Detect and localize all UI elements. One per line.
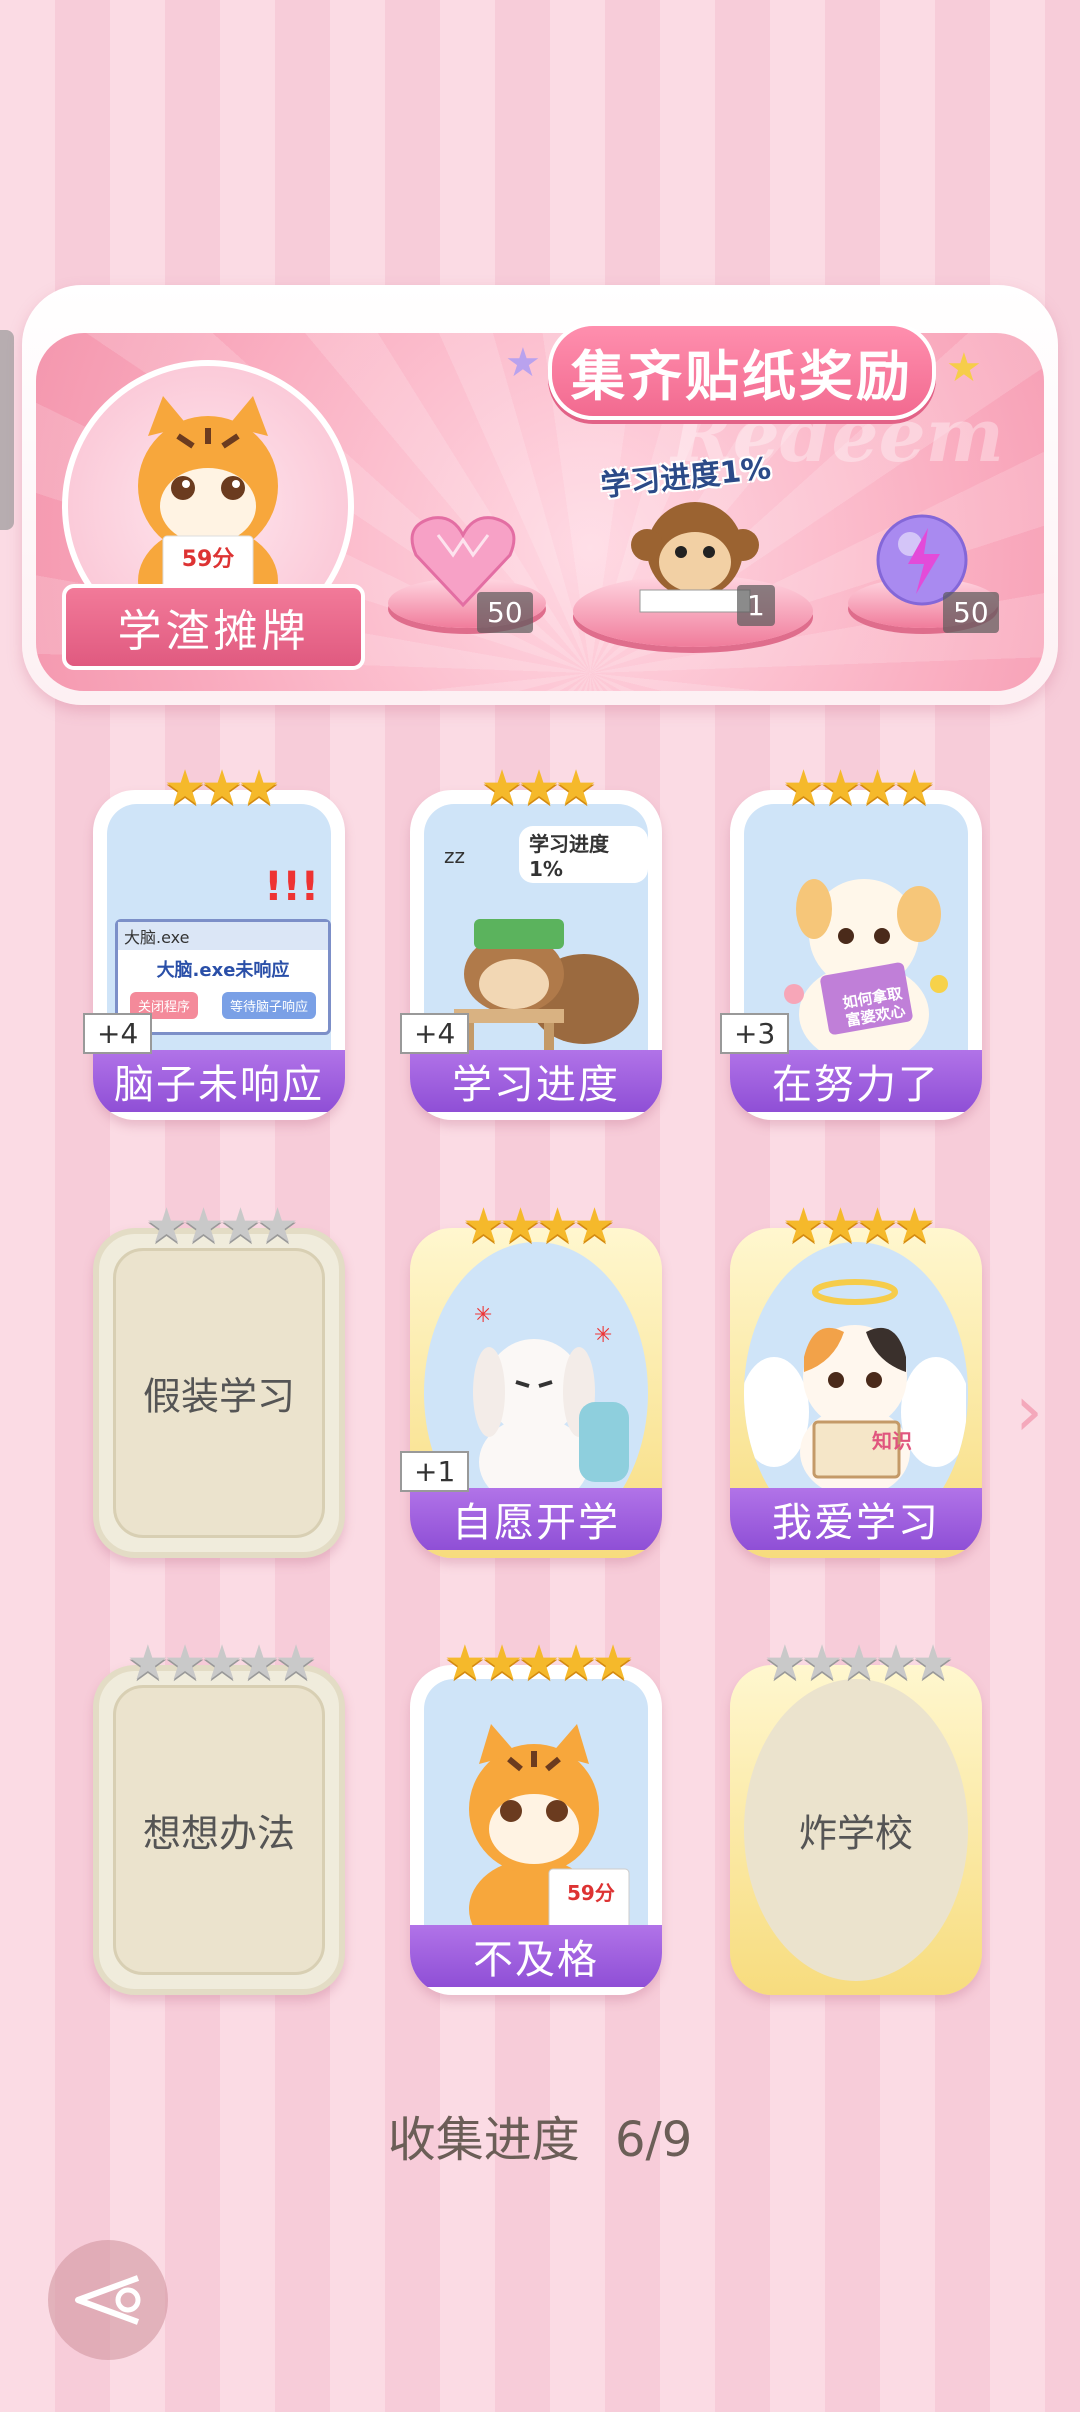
star-rating: ★★★★ [730,1202,982,1250]
star-icon: ★ [256,1198,299,1254]
tiger-illustration [469,1724,630,1949]
progress-label: 收集进度 [387,2112,580,2168]
popup-title: 大脑.exe [118,922,328,950]
star-rating: ★★★★ [730,764,982,812]
score-text: 59分 [567,1881,615,1905]
cat-angel-illustration [744,1279,966,1497]
side-drawer-tab[interactable] [0,330,14,530]
star-icon: ★ [554,760,598,816]
star-icon: ★ [461,1198,505,1254]
duplicate-count-badge: +4 [83,1013,153,1054]
star-icon: ★ [781,1198,825,1254]
tiger-note-text: 59分 [182,547,235,572]
sticker-card[interactable]: 如何拿取富婆欢心 在努力了 +3 ★★★★ [720,764,982,1120]
star-icon: ★ [200,760,243,816]
star-icon: ★ [573,1198,616,1254]
star-rating: ★★★★ [410,1202,662,1250]
sticker-card[interactable]: 学习进度1% zz 学习进度 +4 ★★★ [400,764,662,1120]
sticker-card[interactable]: 假装学习 ★★★★ [93,1202,345,1558]
sticker-card[interactable]: 想想办法 ★★★★★ [93,1639,345,1995]
star-icon: ★ [874,1635,918,1691]
card-title: 在努力了 [730,1050,982,1112]
star-icon: ★ [800,1635,843,1691]
star-icon: ★ [163,760,206,816]
star-rating: ★★★★★ [410,1639,662,1687]
reward-count: 50 [477,592,533,633]
banner-title: 集齐贴纸奖励 [548,322,936,420]
sticker-card[interactable]: 大脑.exe 大脑.exe未响应 关闭程序 等待脑子响应 !!! 脑子未响应 +4 ★… [83,764,345,1120]
sticker-card[interactable]: 炸学校 ★★★★★ [730,1639,982,1995]
star-icon: ★ [946,345,982,391]
star-icon: ★ [536,1198,579,1254]
progress-value: 6/9 [615,2112,693,2168]
card-title: 炸学校 [798,1811,913,1856]
star-icon: ★ [443,1635,486,1691]
card-title: 学习进度 [410,1050,662,1112]
sticker-card[interactable]: 知识我爱学习 ★★★★ [730,1202,982,1558]
star-icon: ★ [237,760,281,816]
art-caption: 学习进度1% [519,826,648,883]
ribbon-label: 学渣摊牌 [62,584,365,670]
star-icon: ★ [219,1198,262,1254]
star-icon: ★ [126,1635,169,1691]
back-button[interactable] [48,2240,168,2360]
sticker-card[interactable]: 59分不及格 ★★★★★ [410,1639,662,1995]
star-icon: ★ [274,1635,318,1691]
star-rating: ★★★★★ [93,1639,345,1687]
star-icon: ★ [911,1635,955,1691]
card-title: 不及格 [410,1925,662,1987]
reward-count: 1 [737,585,775,626]
duplicate-count-badge: +4 [400,1013,470,1054]
next-page-arrow[interactable]: › [1015,1370,1043,1452]
duplicate-count-badge: +3 [720,1013,790,1054]
star-icon: ★ [480,1635,523,1691]
star-icon: ★ [554,1635,598,1691]
star-icon: ★ [200,1635,243,1691]
star-icon: ★ [893,1198,936,1254]
star-icon: ★ [763,1635,806,1691]
wait-button: 等待脑子响应 [221,992,316,1019]
star-icon: ★ [893,760,936,816]
back-arrow-icon [75,2275,141,2325]
star-icon: ★ [505,340,541,386]
star-rating: ★★★★★ [730,1639,982,1687]
card-title: 自愿开学 [410,1488,662,1550]
star-rating: ★★★ [93,764,345,812]
book-text: 知识 [872,1429,912,1453]
star-icon: ★ [818,1198,862,1254]
star-icon: ★ [837,1635,880,1691]
duplicate-count-badge: +1 [400,1451,470,1492]
popup-message: 大脑.exe未响应 [156,960,290,981]
svg-text:✳: ✳ [474,1303,492,1328]
card-title: 脑子未响应 [93,1050,345,1112]
card-title: 假装学习 [142,1374,295,1419]
collection-progress: 收集进度 6/9 [0,2100,1080,2170]
star-icon: ★ [163,1635,206,1691]
star-rating: ★★★ [410,764,662,812]
card-title: 我爱学习 [730,1488,982,1550]
star-icon: ★ [144,1198,188,1254]
star-icon: ★ [781,760,825,816]
reward-count: 50 [943,592,999,633]
star-icon: ★ [591,1635,635,1691]
star-icon: ★ [498,1198,542,1254]
sticker-card[interactable]: ✳ ✳ 自愿开学 +1 ★★★★ [400,1202,662,1558]
star-icon: ★ [818,760,862,816]
star-icon: ★ [517,760,560,816]
star-icon: ★ [856,1198,899,1254]
star-icon: ★ [181,1198,225,1254]
star-icon: ★ [517,1635,560,1691]
star-rating: ★★★★ [93,1202,345,1250]
svg-text:✳: ✳ [594,1323,612,1348]
star-icon: ★ [856,760,899,816]
star-icon: ★ [480,760,523,816]
card-title: 想想办法 [142,1811,295,1856]
star-icon: ★ [237,1635,281,1691]
exclaim-icon: !!! [264,864,319,910]
